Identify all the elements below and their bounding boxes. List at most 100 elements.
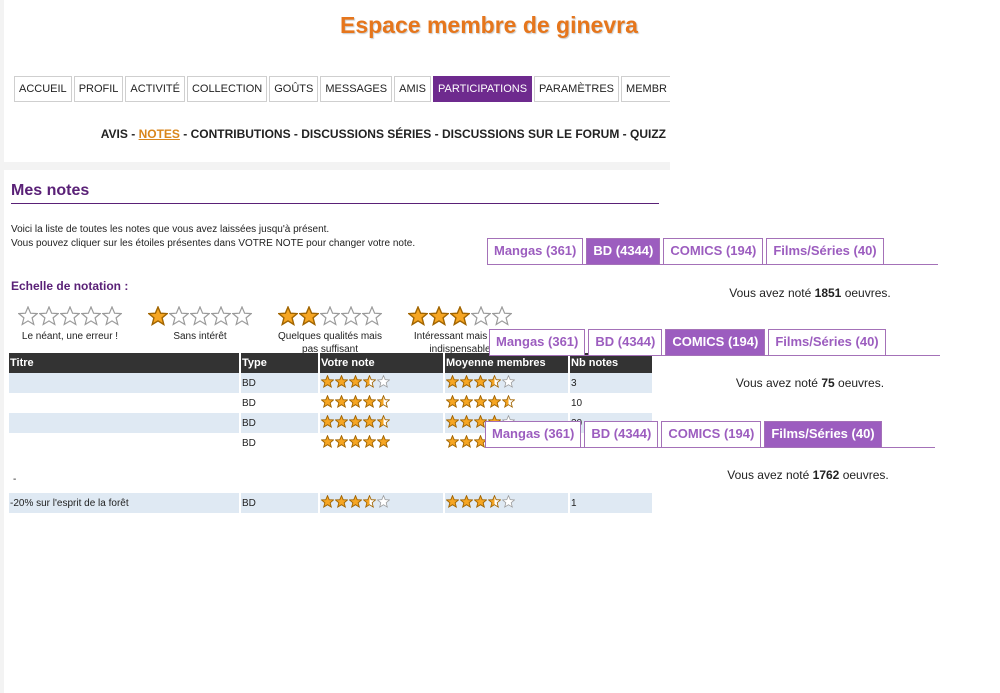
star-rating[interactable]	[321, 414, 442, 428]
cell-avg-note	[444, 373, 570, 393]
cell-my-note[interactable]	[319, 433, 445, 453]
subnav-link-1[interactable]: NOTES	[139, 127, 180, 141]
category-tab-0[interactable]: Mangas (361)	[485, 421, 582, 447]
star-empty-icon	[502, 494, 515, 508]
count-value: 1851	[814, 286, 842, 300]
count-line-comics: Vous avez noté 75 oeuvres.	[680, 376, 940, 390]
cell-type: BD	[240, 393, 320, 413]
cell-type: BD	[240, 433, 320, 453]
category-tab-2[interactable]: COMICS (194)	[661, 421, 762, 447]
category-tab-2[interactable]: COMICS (194)	[663, 238, 764, 264]
nav-tab-9[interactable]: MEMBR	[621, 76, 670, 102]
intro-text: Voici la liste de toutes les notes que v…	[11, 223, 481, 251]
col-titre[interactable]: Titre	[9, 353, 241, 373]
star-full-icon	[335, 434, 348, 448]
scale-item: Le néant, une erreur !	[11, 306, 129, 343]
category-tab-1[interactable]: BD (4344)	[586, 238, 661, 264]
subnav-link-3[interactable]: DISCUSSIONS SÉRIES	[301, 127, 431, 141]
cell-type: BD	[240, 493, 320, 513]
category-tab-3[interactable]: Films/Séries (40)	[768, 329, 886, 355]
star-rating[interactable]	[321, 394, 442, 408]
subnav-link-5[interactable]: QUIZZ	[630, 127, 666, 141]
subnav-separator: -	[127, 127, 139, 141]
star-full-icon	[377, 434, 390, 448]
star-full-icon	[335, 414, 348, 428]
star-full-icon	[474, 494, 487, 508]
scale-item: Sans intérêt	[141, 306, 259, 343]
star-empty-icon	[377, 374, 390, 388]
star-full-icon	[460, 394, 473, 408]
star-empty-icon	[320, 306, 340, 326]
nav-tab-2[interactable]: ACTIVITÉ	[125, 76, 185, 102]
cell-avg-note	[444, 393, 570, 413]
category-tab-3[interactable]: Films/Séries (40)	[764, 421, 882, 447]
category-tab-0[interactable]: Mangas (361)	[487, 238, 584, 264]
subnav-link-0[interactable]: AVIS	[101, 127, 128, 141]
count-value: 1762	[812, 468, 840, 482]
cell-nb-notes: 3	[569, 373, 654, 393]
star-full-icon	[460, 494, 473, 508]
cell-type: BD	[240, 373, 320, 393]
star-half-icon	[488, 494, 501, 508]
star-empty-icon	[18, 306, 38, 326]
table-spacer	[9, 453, 654, 469]
subnav-link-4[interactable]: DISCUSSIONS SUR LE FORUM	[442, 127, 619, 141]
star-full-icon	[349, 394, 362, 408]
nav-tab-3[interactable]: COLLECTION	[186, 76, 268, 102]
cell-my-note[interactable]	[319, 373, 445, 393]
count-suffix: oeuvres.	[844, 286, 891, 300]
col-votre-note[interactable]: Votre note	[319, 353, 445, 373]
cell-my-note[interactable]	[319, 413, 445, 433]
category-tab-3[interactable]: Films/Séries (40)	[766, 238, 884, 264]
category-tab-0[interactable]: Mangas (361)	[489, 329, 586, 355]
star-half-icon	[363, 494, 376, 508]
star-empty-icon	[362, 306, 382, 326]
star-full-icon	[321, 394, 334, 408]
star-empty-icon	[81, 306, 101, 326]
star-empty-icon	[232, 306, 252, 326]
col-nb-notes[interactable]: Nb notes	[569, 353, 654, 373]
cell-title[interactable]: -20% sur l'esprit de la forêt	[9, 493, 241, 513]
star-rating[interactable]	[321, 494, 442, 508]
cell-title	[9, 373, 241, 393]
star-empty-icon	[211, 306, 231, 326]
nav-tab-7[interactable]: PARTICIPATIONS	[433, 76, 533, 102]
star-full-icon	[321, 374, 334, 388]
nav-tab-5[interactable]: MESSAGES	[320, 76, 393, 102]
star-rating	[141, 306, 259, 326]
star-empty-icon	[60, 306, 80, 326]
col-moyenne[interactable]: Moyenne membres	[444, 353, 570, 373]
star-full-icon	[363, 394, 376, 408]
nav-tab-0[interactable]: ACCUEIL	[14, 76, 72, 102]
scale-item: Quelques qualités mais pas suffisant	[271, 306, 389, 356]
star-full-icon	[349, 434, 362, 448]
cell-my-note[interactable]	[319, 493, 445, 513]
star-rating[interactable]	[321, 374, 442, 388]
nav-tab-6[interactable]: AMIS	[394, 76, 432, 102]
star-full-icon	[446, 434, 459, 448]
category-tab-1[interactable]: BD (4344)	[588, 329, 663, 355]
nav-tab-4[interactable]: GOÛTS	[269, 76, 319, 102]
category-tab-2[interactable]: COMICS (194)	[665, 329, 766, 355]
star-empty-icon	[492, 306, 512, 326]
star-rating[interactable]	[321, 434, 442, 448]
nav-tab-1[interactable]: PROFIL	[73, 76, 124, 102]
subnav-separator: -	[619, 127, 630, 141]
star-half-icon	[377, 394, 390, 408]
sub-nav: AVIS - NOTES - CONTRIBUTIONS - DISCUSSIO…	[0, 127, 666, 141]
star-full-icon	[446, 414, 459, 428]
cell-my-note[interactable]	[319, 393, 445, 413]
col-type[interactable]: Type	[240, 353, 320, 373]
star-rating	[271, 306, 389, 326]
star-full-icon	[408, 306, 428, 326]
star-half-icon	[502, 394, 515, 408]
nav-tab-8[interactable]: PARAMÈTRES	[534, 76, 620, 102]
star-empty-icon	[471, 306, 491, 326]
star-half-icon	[377, 414, 390, 428]
count-value: 75	[821, 376, 835, 390]
subnav-link-2[interactable]: CONTRIBUTIONS	[191, 127, 291, 141]
page-title: Espace membre de ginevra	[340, 12, 638, 38]
star-rating	[11, 306, 129, 326]
category-tab-1[interactable]: BD (4344)	[584, 421, 659, 447]
star-empty-icon	[341, 306, 361, 326]
